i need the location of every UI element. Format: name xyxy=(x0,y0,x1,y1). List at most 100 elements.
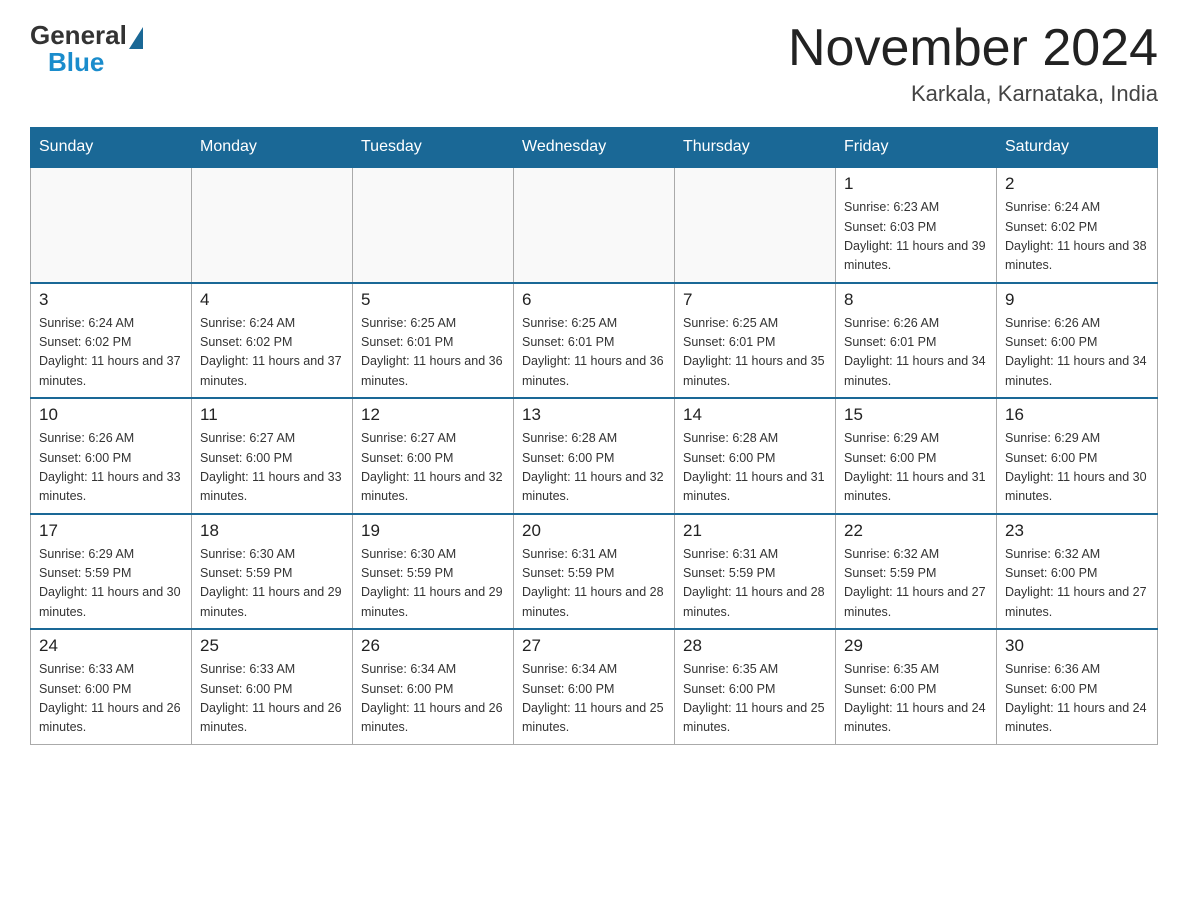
day-number: 27 xyxy=(522,636,666,656)
day-info: Sunrise: 6:26 AM Sunset: 6:00 PM Dayligh… xyxy=(39,429,183,507)
logo-triangle-icon xyxy=(129,27,143,49)
calendar-cell: 23Sunrise: 6:32 AM Sunset: 6:00 PM Dayli… xyxy=(997,514,1158,630)
day-info: Sunrise: 6:31 AM Sunset: 5:59 PM Dayligh… xyxy=(683,545,827,623)
day-of-week-header: Tuesday xyxy=(353,128,514,168)
day-info: Sunrise: 6:30 AM Sunset: 5:59 PM Dayligh… xyxy=(361,545,505,623)
calendar-cell: 29Sunrise: 6:35 AM Sunset: 6:00 PM Dayli… xyxy=(836,629,997,744)
logo-blue-text: Blue xyxy=(48,47,104,78)
day-number: 30 xyxy=(1005,636,1149,656)
day-info: Sunrise: 6:29 AM Sunset: 6:00 PM Dayligh… xyxy=(844,429,988,507)
day-info: Sunrise: 6:36 AM Sunset: 6:00 PM Dayligh… xyxy=(1005,660,1149,738)
day-info: Sunrise: 6:23 AM Sunset: 6:03 PM Dayligh… xyxy=(844,198,988,276)
day-number: 12 xyxy=(361,405,505,425)
calendar-cell xyxy=(514,167,675,283)
calendar-cell: 8 Sunrise: 6:26 AM Sunset: 6:01 PM Daylig… xyxy=(836,283,997,399)
calendar-cell: 13 Sunrise: 6:28 AM Sunset: 6:00 PM Dayli… xyxy=(514,398,675,514)
day-number: 6 xyxy=(522,290,666,310)
day-number: 22 xyxy=(844,521,988,541)
page-header: General Blue November 2024 Karkala, Karn… xyxy=(30,20,1158,107)
day-number: 16 xyxy=(1005,405,1149,425)
day-of-week-header: Thursday xyxy=(675,128,836,168)
day-number: 25 xyxy=(200,636,344,656)
day-info: Sunrise: 6:34 AM Sunset: 6:00 PM Dayligh… xyxy=(361,660,505,738)
day-of-week-header: Friday xyxy=(836,128,997,168)
calendar-cell: 3 Sunrise: 6:24 AM Sunset: 6:02 PM Daylig… xyxy=(31,283,192,399)
day-of-week-header: Wednesday xyxy=(514,128,675,168)
day-number: 10 xyxy=(39,405,183,425)
day-info: Sunrise: 6:28 AM Sunset: 6:00 PM Dayligh… xyxy=(683,429,827,507)
day-info: Sunrise: 6:24 AM Sunset: 6:02 PM Dayligh… xyxy=(200,314,344,392)
calendar-cell: 2 Sunrise: 6:24 AM Sunset: 6:02 PM Daylig… xyxy=(997,167,1158,283)
calendar-cell: 4 Sunrise: 6:24 AM Sunset: 6:02 PM Daylig… xyxy=(192,283,353,399)
day-number: 18 xyxy=(200,521,344,541)
week-row: 1 Sunrise: 6:23 AM Sunset: 6:03 PM Daylig… xyxy=(31,167,1158,283)
calendar-cell: 9 Sunrise: 6:26 AM Sunset: 6:00 PM Daylig… xyxy=(997,283,1158,399)
calendar-cell: 22 Sunrise: 6:32 AM Sunset: 5:59 PM Dayli… xyxy=(836,514,997,630)
day-number: 17 xyxy=(39,521,183,541)
day-of-week-header: Sunday xyxy=(31,128,192,168)
day-info: Sunrise: 6:25 AM Sunset: 6:01 PM Dayligh… xyxy=(361,314,505,392)
day-number: 9 xyxy=(1005,290,1149,310)
day-number: 13 xyxy=(522,405,666,425)
day-of-week-header: Monday xyxy=(192,128,353,168)
week-row: 3 Sunrise: 6:24 AM Sunset: 6:02 PM Daylig… xyxy=(31,283,1158,399)
calendar-cell: 16Sunrise: 6:29 AM Sunset: 6:00 PM Dayli… xyxy=(997,398,1158,514)
day-number: 4 xyxy=(200,290,344,310)
day-number: 14 xyxy=(683,405,827,425)
title-section: November 2024 Karkala, Karnataka, India xyxy=(788,20,1158,107)
day-info: Sunrise: 6:27 AM Sunset: 6:00 PM Dayligh… xyxy=(361,429,505,507)
day-info: Sunrise: 6:32 AM Sunset: 5:59 PM Dayligh… xyxy=(844,545,988,623)
calendar-table: SundayMondayTuesdayWednesdayThursdayFrid… xyxy=(30,127,1158,745)
day-info: Sunrise: 6:25 AM Sunset: 6:01 PM Dayligh… xyxy=(683,314,827,392)
day-number: 11 xyxy=(200,405,344,425)
day-number: 29 xyxy=(844,636,988,656)
location-title: Karkala, Karnataka, India xyxy=(788,81,1158,107)
day-number: 8 xyxy=(844,290,988,310)
calendar-cell: 30 Sunrise: 6:36 AM Sunset: 6:00 PM Dayli… xyxy=(997,629,1158,744)
day-info: Sunrise: 6:26 AM Sunset: 6:01 PM Dayligh… xyxy=(844,314,988,392)
day-info: Sunrise: 6:24 AM Sunset: 6:02 PM Dayligh… xyxy=(1005,198,1149,276)
calendar-cell: 10 Sunrise: 6:26 AM Sunset: 6:00 PM Dayli… xyxy=(31,398,192,514)
calendar-cell: 15Sunrise: 6:29 AM Sunset: 6:00 PM Dayli… xyxy=(836,398,997,514)
calendar-cell: 21 Sunrise: 6:31 AM Sunset: 5:59 PM Dayli… xyxy=(675,514,836,630)
week-row: 17Sunrise: 6:29 AM Sunset: 5:59 PM Dayli… xyxy=(31,514,1158,630)
day-info: Sunrise: 6:26 AM Sunset: 6:00 PM Dayligh… xyxy=(1005,314,1149,392)
calendar-cell: 11 Sunrise: 6:27 AM Sunset: 6:00 PM Dayli… xyxy=(192,398,353,514)
day-number: 21 xyxy=(683,521,827,541)
calendar-cell: 5 Sunrise: 6:25 AM Sunset: 6:01 PM Daylig… xyxy=(353,283,514,399)
day-info: Sunrise: 6:33 AM Sunset: 6:00 PM Dayligh… xyxy=(200,660,344,738)
day-info: Sunrise: 6:30 AM Sunset: 5:59 PM Dayligh… xyxy=(200,545,344,623)
calendar-cell: 20Sunrise: 6:31 AM Sunset: 5:59 PM Dayli… xyxy=(514,514,675,630)
day-number: 5 xyxy=(361,290,505,310)
day-number: 7 xyxy=(683,290,827,310)
calendar-cell: 26 Sunrise: 6:34 AM Sunset: 6:00 PM Dayli… xyxy=(353,629,514,744)
calendar-cell: 27 Sunrise: 6:34 AM Sunset: 6:00 PM Dayli… xyxy=(514,629,675,744)
day-number: 1 xyxy=(844,174,988,194)
day-number: 24 xyxy=(39,636,183,656)
calendar-cell: 7 Sunrise: 6:25 AM Sunset: 6:01 PM Daylig… xyxy=(675,283,836,399)
day-info: Sunrise: 6:34 AM Sunset: 6:00 PM Dayligh… xyxy=(522,660,666,738)
day-number: 3 xyxy=(39,290,183,310)
calendar-cell xyxy=(31,167,192,283)
day-info: Sunrise: 6:31 AM Sunset: 5:59 PM Dayligh… xyxy=(522,545,666,623)
day-number: 2 xyxy=(1005,174,1149,194)
calendar-cell: 19Sunrise: 6:30 AM Sunset: 5:59 PM Dayli… xyxy=(353,514,514,630)
calendar-cell: 24 Sunrise: 6:33 AM Sunset: 6:00 PM Dayli… xyxy=(31,629,192,744)
day-info: Sunrise: 6:25 AM Sunset: 6:01 PM Dayligh… xyxy=(522,314,666,392)
calendar-cell: 25 Sunrise: 6:33 AM Sunset: 6:00 PM Dayli… xyxy=(192,629,353,744)
calendar-cell: 14 Sunrise: 6:28 AM Sunset: 6:00 PM Dayli… xyxy=(675,398,836,514)
calendar-cell: 12 Sunrise: 6:27 AM Sunset: 6:00 PM Dayli… xyxy=(353,398,514,514)
day-info: Sunrise: 6:28 AM Sunset: 6:00 PM Dayligh… xyxy=(522,429,666,507)
calendar-cell xyxy=(353,167,514,283)
day-number: 26 xyxy=(361,636,505,656)
day-info: Sunrise: 6:24 AM Sunset: 6:02 PM Dayligh… xyxy=(39,314,183,392)
calendar-cell: 18 Sunrise: 6:30 AM Sunset: 5:59 PM Dayli… xyxy=(192,514,353,630)
calendar-cell xyxy=(675,167,836,283)
calendar-cell: 6 Sunrise: 6:25 AM Sunset: 6:01 PM Daylig… xyxy=(514,283,675,399)
calendar-cell: 28Sunrise: 6:35 AM Sunset: 6:00 PM Dayli… xyxy=(675,629,836,744)
calendar-cell: 1 Sunrise: 6:23 AM Sunset: 6:03 PM Daylig… xyxy=(836,167,997,283)
day-number: 28 xyxy=(683,636,827,656)
day-info: Sunrise: 6:27 AM Sunset: 6:00 PM Dayligh… xyxy=(200,429,344,507)
logo: General Blue xyxy=(30,20,143,78)
day-info: Sunrise: 6:33 AM Sunset: 6:00 PM Dayligh… xyxy=(39,660,183,738)
